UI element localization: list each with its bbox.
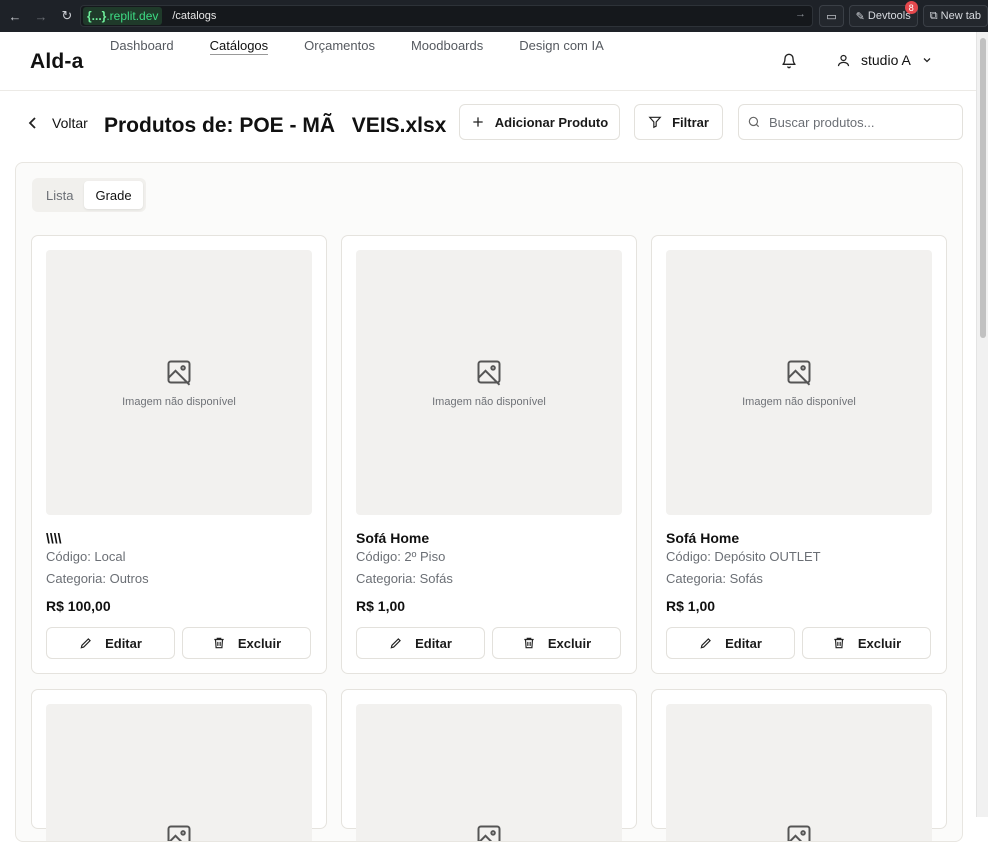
url-path: /catalogs (172, 10, 216, 22)
product-name: \\\\ (46, 530, 62, 546)
product-category: Categoria: Sofás (356, 571, 453, 586)
edit-button[interactable]: Editar (46, 627, 175, 659)
delete-button[interactable]: Excluir (182, 627, 311, 659)
trash-icon (212, 636, 226, 650)
filter-label: Filtrar (672, 115, 709, 130)
filter-icon (648, 115, 662, 129)
image-icon (785, 823, 813, 842)
app-header: Ald-a Dashboard Catálogos Orçamentos Moo… (0, 32, 976, 91)
search-input[interactable] (769, 115, 949, 130)
product-card (341, 689, 637, 829)
reload-icon[interactable]: ↻ (56, 5, 78, 27)
edit-button[interactable]: Editar (666, 627, 795, 659)
nav-dashboard[interactable]: Dashboard (110, 38, 174, 55)
devtools-button[interactable]: ✎ Devtools8 (849, 5, 918, 27)
page-title: Produtos de: POE - MÃVEIS.xlsx (104, 112, 446, 139)
new-tab-button[interactable]: ⧉ New tab (923, 5, 988, 27)
product-card (651, 689, 947, 829)
product-image-placeholder: Imagem não disponível (46, 250, 312, 515)
product-image-placeholder: Imagem não disponível (356, 250, 622, 515)
delete-label: Excluir (238, 636, 281, 651)
product-image-placeholder (666, 704, 932, 842)
nav-design-ia[interactable]: Design com IA (519, 38, 604, 55)
search-icon (747, 115, 761, 129)
trash-icon (832, 636, 846, 650)
product-name: Sofá Home (666, 530, 739, 546)
back-arrow-icon[interactable]: ← (4, 5, 26, 27)
user-icon (836, 53, 851, 68)
nav-catalogos[interactable]: Catálogos (210, 38, 269, 55)
product-image-placeholder (356, 704, 622, 842)
logo[interactable]: Ald-a (30, 50, 84, 74)
browser-toolbar: ← → ↻ {...}.replit.dev /catalogs → ▭ ✎ D… (0, 0, 988, 32)
user-menu[interactable]: studio A (836, 52, 933, 68)
image-unavailable-text: Imagem não disponível (432, 396, 546, 408)
pencil-icon (389, 636, 403, 650)
delete-button[interactable]: Excluir (492, 627, 621, 659)
view-toggle: Lista Grade (32, 178, 146, 212)
plus-icon (471, 115, 485, 129)
address-bar[interactable]: {...}.replit.dev /catalogs → (80, 5, 813, 27)
product-card (31, 689, 327, 829)
product-card: Imagem não disponível Sofá Home Código: … (341, 235, 637, 674)
scrollbar-thumb[interactable] (980, 38, 986, 338)
back-label: Voltar (52, 115, 88, 131)
product-card: Imagem não disponível Sofá Home Código: … (651, 235, 947, 674)
edit-button[interactable]: Editar (356, 627, 485, 659)
screen-icon[interactable]: ▭ (819, 5, 843, 27)
product-card: Imagem não disponível \\\\ Código: Local… (31, 235, 327, 674)
image-icon (165, 358, 193, 386)
forward-arrow-icon[interactable]: → (30, 5, 52, 27)
products-panel: Lista Grade Imagem não disponível \\\\ C… (15, 162, 963, 842)
product-name: Sofá Home (356, 530, 429, 546)
product-price: R$ 1,00 (666, 598, 715, 614)
page-scrollbar[interactable] (976, 32, 988, 817)
user-name: studio A (861, 52, 911, 68)
edit-label: Editar (725, 636, 762, 651)
nav-moodboards[interactable]: Moodboards (411, 38, 483, 55)
delete-label: Excluir (858, 636, 901, 651)
main-nav: Dashboard Catálogos Orçamentos Moodboard… (110, 38, 604, 55)
product-image-placeholder: Imagem não disponível (666, 250, 932, 515)
edit-label: Editar (415, 636, 452, 651)
product-code: Código: Local (46, 549, 126, 564)
product-price: R$ 1,00 (356, 598, 405, 614)
image-unavailable-text: Imagem não disponível (742, 396, 856, 408)
filter-button[interactable]: Filtrar (634, 104, 723, 140)
nav-orcamentos[interactable]: Orçamentos (304, 38, 375, 55)
add-product-button[interactable]: Adicionar Produto (459, 104, 620, 140)
pencil-icon (699, 636, 713, 650)
page-toolbar: Voltar Produtos de: POE - MÃVEIS.xlsx A… (0, 104, 976, 142)
product-code: Código: 2º Piso (356, 549, 445, 564)
back-button[interactable]: Voltar (28, 115, 88, 131)
image-unavailable-text: Imagem não disponível (122, 396, 236, 408)
product-category: Categoria: Sofás (666, 571, 763, 586)
url-host: {...}.replit.dev (83, 7, 162, 25)
edit-label: Editar (105, 636, 142, 651)
add-product-label: Adicionar Produto (495, 115, 608, 130)
devtools-badge: 8 (905, 1, 918, 14)
pencil-icon (79, 636, 93, 650)
product-price: R$ 100,00 (46, 598, 111, 614)
product-code: Código: Depósito OUTLET (666, 549, 821, 564)
image-icon (475, 823, 503, 842)
trash-icon (522, 636, 536, 650)
chevron-down-icon (921, 54, 933, 66)
app: Ald-a Dashboard Catálogos Orçamentos Moo… (0, 32, 976, 817)
product-image-placeholder (46, 704, 312, 842)
delete-label: Excluir (548, 636, 591, 651)
delete-button[interactable]: Excluir (802, 627, 931, 659)
view-list-tab[interactable]: Lista (35, 181, 84, 209)
image-icon (165, 823, 193, 842)
image-icon (785, 358, 813, 386)
product-category: Categoria: Outros (46, 571, 149, 586)
search-box (738, 104, 963, 140)
chevron-left-icon (28, 117, 38, 129)
go-arrow-icon[interactable]: → (795, 8, 806, 20)
view-grid-tab[interactable]: Grade (84, 181, 142, 209)
image-icon (475, 358, 503, 386)
bell-icon[interactable] (781, 53, 797, 69)
